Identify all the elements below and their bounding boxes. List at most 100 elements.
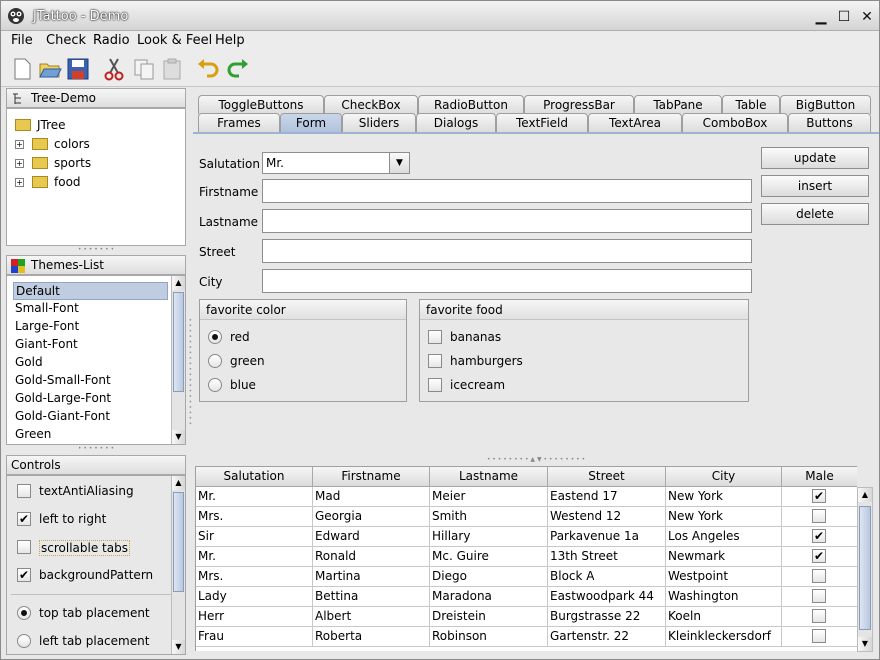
male-checkbox[interactable] <box>812 569 826 583</box>
menu-file[interactable]: File <box>11 33 33 48</box>
update-button[interactable]: update <box>761 147 869 169</box>
maximize-button[interactable]: ☐ <box>834 8 854 26</box>
table-cell-lastname[interactable]: Hillary <box>430 527 548 547</box>
tab-progressbar[interactable]: ProgressBar <box>524 95 634 114</box>
tab-textfield[interactable]: TextField <box>496 113 588 132</box>
table-cell-lastname[interactable]: Meier <box>430 487 548 507</box>
delete-button[interactable]: delete <box>761 203 869 225</box>
radio-blue[interactable] <box>208 378 222 392</box>
table-cell-street[interactable]: Burgstrasse 22 <box>548 607 666 627</box>
copy-icon[interactable] <box>131 56 157 82</box>
theme-item[interactable]: Green <box>13 426 168 444</box>
minimize-button[interactable]: ▁ <box>811 8 831 26</box>
table-cell-firstname[interactable]: Edward <box>313 527 430 547</box>
menu-look-and-feel[interactable]: Look & Feel <box>137 33 212 48</box>
data-table[interactable]: Salutation Firstname Lastname Street Cit… <box>195 466 857 651</box>
table-cell-male[interactable]: ✔ <box>782 487 857 507</box>
tree-node-food[interactable]: + food <box>15 173 81 191</box>
table-splitter[interactable]: • • • • • • • • ▲ ▼ • • • • • • • • <box>193 456 879 464</box>
open-folder-icon[interactable] <box>37 56 63 82</box>
scroll-thumb[interactable] <box>859 506 871 630</box>
controls-scrollbar[interactable]: ▲ ▼ <box>171 476 185 654</box>
table-cell-firstname[interactable]: Bettina <box>313 587 430 607</box>
scroll-thumb[interactable] <box>173 292 184 392</box>
table-cell-salutation[interactable]: Frau <box>196 627 313 647</box>
theme-item[interactable]: Small-Font <box>13 300 168 318</box>
lastname-field[interactable] <box>262 209 752 233</box>
tree-node-colors[interactable]: + colors <box>15 135 90 153</box>
scroll-up-icon[interactable]: ▲ <box>172 276 185 290</box>
table-cell-male[interactable] <box>782 567 857 587</box>
table-cell-male[interactable] <box>782 587 857 607</box>
tab-sliders[interactable]: Sliders <box>342 113 416 132</box>
insert-button[interactable]: insert <box>761 175 869 197</box>
save-icon[interactable] <box>65 56 91 82</box>
theme-item[interactable]: Large-Font <box>13 318 168 336</box>
table-cell-salutation[interactable]: Mrs. <box>196 567 313 587</box>
checkbox-background-pattern[interactable]: ✔ <box>17 568 31 582</box>
scroll-down-icon[interactable]: ▼ <box>858 637 872 651</box>
scroll-thumb[interactable] <box>173 492 184 592</box>
male-checkbox[interactable]: ✔ <box>812 549 826 563</box>
table-scrollbar[interactable]: ▲ ▼ <box>857 487 873 652</box>
table-cell-firstname[interactable]: Albert <box>313 607 430 627</box>
menu-check[interactable]: Check <box>46 33 86 48</box>
male-checkbox[interactable] <box>812 589 826 603</box>
table-cell-male[interactable] <box>782 627 857 647</box>
checkbox-text-antialiasing[interactable] <box>17 484 31 498</box>
table-cell-city[interactable]: Newmark <box>666 547 782 567</box>
male-checkbox[interactable] <box>812 509 826 523</box>
table-cell-salutation[interactable]: Sir <box>196 527 313 547</box>
table-cell-city[interactable]: Washington <box>666 587 782 607</box>
table-cell-lastname[interactable]: Robinson <box>430 627 548 647</box>
expand-icon[interactable]: + <box>15 158 24 168</box>
column-header[interactable]: Male <box>782 467 857 487</box>
tab-tabpane[interactable]: TabPane <box>634 95 722 114</box>
radio-top-tab-placement[interactable] <box>17 606 31 620</box>
table-cell-male[interactable]: ✔ <box>782 547 857 567</box>
checkbox-left-to-right[interactable]: ✔ <box>17 512 31 526</box>
tab-togglebuttons[interactable]: ToggleButtons <box>198 95 324 114</box>
redo-icon[interactable] <box>225 56 251 82</box>
menu-radio[interactable]: Radio <box>93 33 130 48</box>
tab-checkbox[interactable]: CheckBox <box>324 95 418 114</box>
cut-icon[interactable] <box>101 56 127 82</box>
radio-left-tab-placement[interactable] <box>17 634 31 648</box>
scroll-down-icon[interactable]: ▼ <box>172 640 185 654</box>
theme-item[interactable]: Default <box>13 282 168 300</box>
table-cell-city[interactable]: New York <box>666 507 782 527</box>
column-header[interactable]: Firstname <box>313 467 430 487</box>
table-cell-city[interactable]: Koeln <box>666 607 782 627</box>
tree-splitter[interactable]: • • • • • • • <box>6 247 186 255</box>
table-cell-street[interactable]: Gartenstr. 22 <box>548 627 666 647</box>
table-cell-lastname[interactable]: Diego <box>430 567 548 587</box>
table-cell-firstname[interactable]: Ronald <box>313 547 430 567</box>
themes-splitter[interactable]: • • • • • • • <box>6 446 186 454</box>
table-cell-street[interactable]: Block A <box>548 567 666 587</box>
expand-icon[interactable]: + <box>15 139 24 149</box>
title-bar[interactable]: JTattoo - Demo ▁ ☐ ✕ <box>1 1 879 31</box>
firstname-field[interactable] <box>262 179 752 203</box>
tab-radiobutton[interactable]: RadioButton <box>418 95 524 114</box>
tab-combobox[interactable]: ComboBox <box>682 113 788 132</box>
table-cell-street[interactable]: Eastend 17 <box>548 487 666 507</box>
menu-help[interactable]: Help <box>215 33 245 48</box>
theme-item[interactable]: Giant-Font <box>13 336 168 354</box>
table-cell-lastname[interactable]: Mc. Guire <box>430 547 548 567</box>
checkbox-hamburgers[interactable] <box>428 354 442 368</box>
theme-item[interactable]: Gold <box>13 354 168 372</box>
column-header[interactable]: Street <box>548 467 666 487</box>
radio-green[interactable] <box>208 354 222 368</box>
tab-frames[interactable]: Frames <box>198 113 280 132</box>
column-header[interactable]: City <box>666 467 782 487</box>
theme-item[interactable]: Gold-Large-Font <box>13 390 168 408</box>
new-file-icon[interactable] <box>9 56 35 82</box>
table-cell-city[interactable]: Westpoint <box>666 567 782 587</box>
table-cell-street[interactable]: Eastwoodpark 44 <box>548 587 666 607</box>
table-cell-male[interactable] <box>782 607 857 627</box>
themes-scrollbar[interactable]: ▲ ▼ <box>171 276 185 444</box>
tab-table[interactable]: Table <box>722 95 780 114</box>
close-button[interactable]: ✕ <box>857 8 877 26</box>
table-cell-firstname[interactable]: Georgia <box>313 507 430 527</box>
table-cell-salutation[interactable]: Herr <box>196 607 313 627</box>
